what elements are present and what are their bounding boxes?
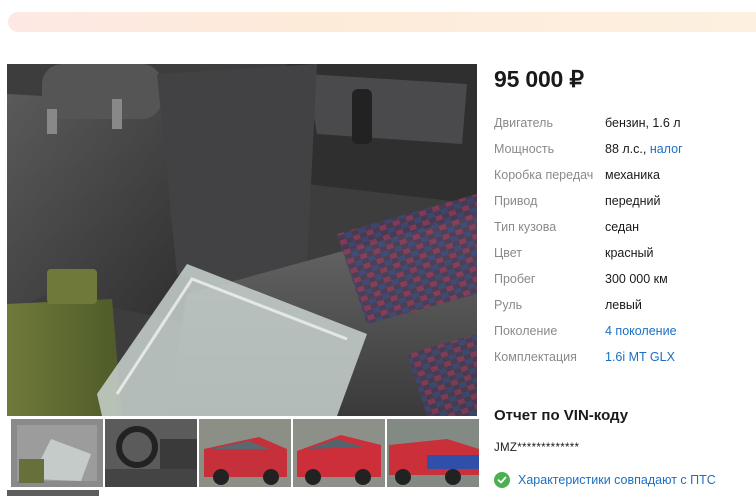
spec-row-transmission: Коробка передач механика — [494, 166, 756, 192]
spec-value: 300 000 км — [605, 272, 668, 286]
specs-table: Двигатель бензин, 1.6 л Мощность 88 л.с.… — [494, 114, 756, 374]
spec-label: Руль — [494, 298, 523, 312]
spec-row-body-type: Тип кузова седан — [494, 218, 756, 244]
spec-value: механика — [605, 168, 660, 182]
thumbnail-2[interactable] — [105, 419, 197, 487]
thumbnail-5[interactable] — [387, 419, 479, 487]
thumbnail-6[interactable] — [7, 490, 99, 496]
power-value: 88 л.с., — [605, 142, 647, 156]
spec-row-generation: Поколение 4 поколение — [494, 322, 756, 348]
spec-value: левый — [605, 298, 642, 312]
spec-label: Поколение — [494, 324, 558, 338]
tax-link[interactable]: налог — [650, 142, 683, 156]
spec-value: 88 л.с., налог — [605, 140, 683, 158]
thumbnail-3[interactable] — [199, 419, 291, 487]
spec-row-mileage: Пробег 300 000 км — [494, 270, 756, 296]
spec-value: бензин, 1.6 л — [605, 116, 681, 130]
thumbnail-4[interactable] — [293, 419, 385, 487]
vin-check-link[interactable]: Характеристики совпадают с ПТС — [518, 473, 716, 487]
spec-value: красный — [605, 246, 654, 260]
thumbnail-1[interactable] — [9, 417, 105, 489]
spec-label: Комплектация — [494, 350, 577, 364]
spec-label: Двигатель — [494, 116, 553, 130]
spec-row-drive: Привод передний — [494, 192, 756, 218]
spec-label: Мощность — [494, 142, 555, 156]
spec-row-engine: Двигатель бензин, 1.6 л — [494, 114, 756, 140]
promo-banner[interactable] — [8, 12, 756, 32]
spec-value: передний — [605, 194, 661, 208]
spec-row-steering: Руль левый — [494, 296, 756, 322]
vin-number: JMZ************* — [494, 442, 580, 454]
spec-label: Привод — [494, 194, 538, 208]
generation-link[interactable]: 4 поколение — [605, 322, 677, 340]
spec-row-color: Цвет красный — [494, 244, 756, 270]
check-circle-icon — [494, 472, 510, 488]
spec-label: Пробег — [494, 272, 536, 286]
trim-link[interactable]: 1.6i MT GLX — [605, 348, 675, 366]
spec-label: Коробка передач — [494, 168, 594, 182]
price: 95 000 ₽ — [494, 66, 584, 92]
main-photo[interactable] — [7, 64, 477, 416]
spec-row-power: Мощность 88 л.с., налог — [494, 140, 756, 166]
thumbnail-strip — [7, 417, 479, 489]
spec-value: седан — [605, 220, 640, 234]
vin-check-status: Характеристики совпадают с ПТС — [494, 472, 716, 488]
spec-label: Цвет — [494, 246, 523, 260]
vin-report-title: Отчет по VIN-коду — [494, 407, 629, 424]
spec-label: Тип кузова — [494, 220, 557, 234]
spec-row-trim: Комплектация 1.6i MT GLX — [494, 348, 756, 374]
